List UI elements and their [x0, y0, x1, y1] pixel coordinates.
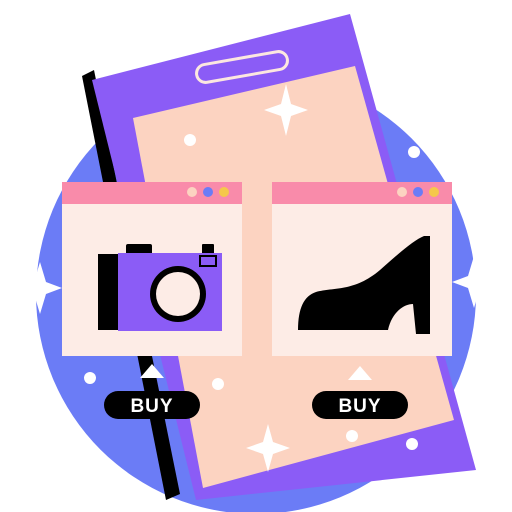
buy-button-label: BUY: [130, 396, 173, 417]
product-card-shoe: [272, 182, 452, 356]
sparkle-dot: [212, 378, 224, 390]
window-dot: [203, 187, 213, 197]
sparkle-dot: [408, 146, 420, 158]
window-dot: [429, 187, 439, 197]
sparkle-dot: [184, 134, 196, 146]
camera-icon: [98, 244, 222, 331]
buy-button-label: BUY: [338, 396, 381, 417]
window-header: [62, 182, 242, 204]
sparkle-dot: [346, 430, 358, 442]
window-dot: [397, 187, 407, 197]
window-header: [272, 182, 452, 204]
sparkle-dot: [84, 372, 96, 384]
window-dot: [413, 187, 423, 197]
product-card-camera: [62, 182, 242, 356]
window-dot: [187, 187, 197, 197]
window-dot: [219, 187, 229, 197]
shopping-illustration: BUY BUY: [18, 14, 496, 512]
sparkle-dot: [406, 438, 418, 450]
